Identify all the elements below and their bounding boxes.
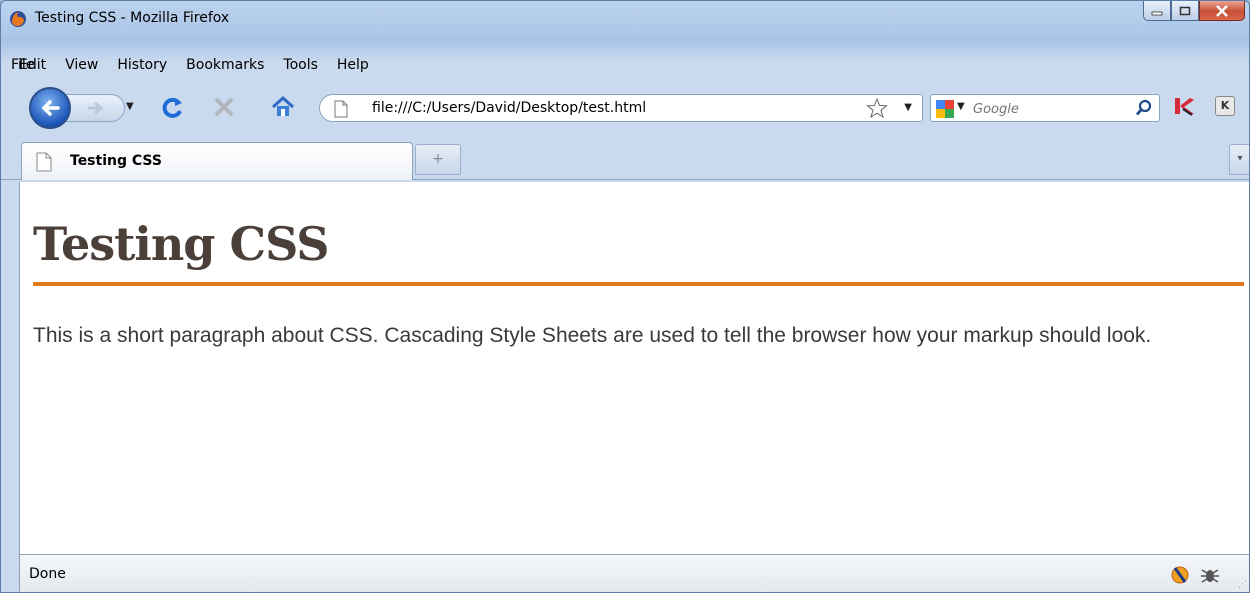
- kaspersky-icon[interactable]: [1172, 96, 1196, 116]
- search-bar: ▼: [930, 94, 1160, 122]
- page-icon: [334, 100, 348, 118]
- back-arrow-icon: [41, 100, 60, 116]
- forward-arrow-icon: [88, 101, 104, 115]
- search-input[interactable]: [971, 98, 1125, 120]
- chevron-down-icon: ▾: [1237, 153, 1243, 164]
- tab-label: Testing CSS: [70, 153, 162, 169]
- navigation-toolbar: ▼ file:///C:/Users/David/Desktop/test.ht…: [1, 83, 1249, 129]
- reload-icon[interactable]: [161, 96, 185, 120]
- forward-button[interactable]: [63, 94, 125, 122]
- google-icon[interactable]: [935, 99, 955, 119]
- firefox-icon: [10, 11, 26, 27]
- menu-view[interactable]: View: [65, 57, 98, 73]
- menu-bar: File Edit View History Bookmarks Tools H…: [11, 53, 388, 77]
- page-icon: [36, 152, 52, 172]
- browser-window: Testing CSS - Mozilla Firefox File Edit …: [0, 0, 1250, 593]
- tab-list-button[interactable]: ▾: [1229, 144, 1249, 175]
- status-text: Done: [29, 566, 66, 582]
- firebug-icon[interactable]: [1169, 564, 1191, 586]
- minimize-icon: [1151, 11, 1163, 15]
- close-icon: [1216, 4, 1228, 17]
- page-paragraph: This is a short paragraph about CSS. Cas…: [33, 324, 1152, 347]
- menu-help[interactable]: Help: [337, 57, 369, 73]
- stop-icon[interactable]: [213, 96, 235, 118]
- search-icon[interactable]: [1135, 99, 1153, 117]
- bookmark-star-icon[interactable]: [866, 98, 888, 118]
- history-dropdown-icon[interactable]: ▼: [126, 101, 134, 112]
- k-toolbar-icon[interactable]: K: [1215, 96, 1235, 116]
- bug-icon[interactable]: [1199, 564, 1221, 586]
- page-content: Testing CSS This is a short paragraph ab…: [19, 182, 1249, 554]
- menu-tools[interactable]: Tools: [283, 57, 318, 73]
- tab-testing-css[interactable]: Testing CSS: [21, 142, 413, 180]
- status-bar: Done ⋰: [19, 554, 1249, 592]
- heading-underline: [33, 282, 1244, 286]
- url-text[interactable]: file:///C:/Users/David/Desktop/test.html: [372, 100, 646, 116]
- new-tab-button[interactable]: +: [415, 144, 461, 175]
- window-title: Testing CSS - Mozilla Firefox: [35, 10, 230, 26]
- title-bar: Testing CSS - Mozilla Firefox: [1, 1, 1249, 37]
- close-button[interactable]: [1199, 1, 1245, 21]
- page-heading: Testing CSS: [33, 217, 330, 271]
- tab-bar: Testing CSS + ▾: [1, 139, 1249, 181]
- engine-dropdown-icon[interactable]: ▼: [957, 101, 965, 112]
- menu-file[interactable]: File: [11, 57, 34, 73]
- window-controls: [1143, 1, 1245, 23]
- maximize-button[interactable]: [1171, 1, 1199, 21]
- back-button[interactable]: [29, 87, 71, 129]
- menu-history[interactable]: History: [117, 57, 167, 73]
- maximize-icon: [1179, 6, 1191, 15]
- resize-grip-icon[interactable]: ⋰: [1238, 580, 1247, 590]
- menu-bookmarks[interactable]: Bookmarks: [186, 57, 264, 73]
- url-dropdown-icon[interactable]: ▼: [904, 102, 912, 113]
- home-icon[interactable]: [271, 95, 295, 119]
- minimize-button[interactable]: [1143, 1, 1171, 21]
- address-bar[interactable]: file:///C:/Users/David/Desktop/test.html…: [319, 94, 923, 122]
